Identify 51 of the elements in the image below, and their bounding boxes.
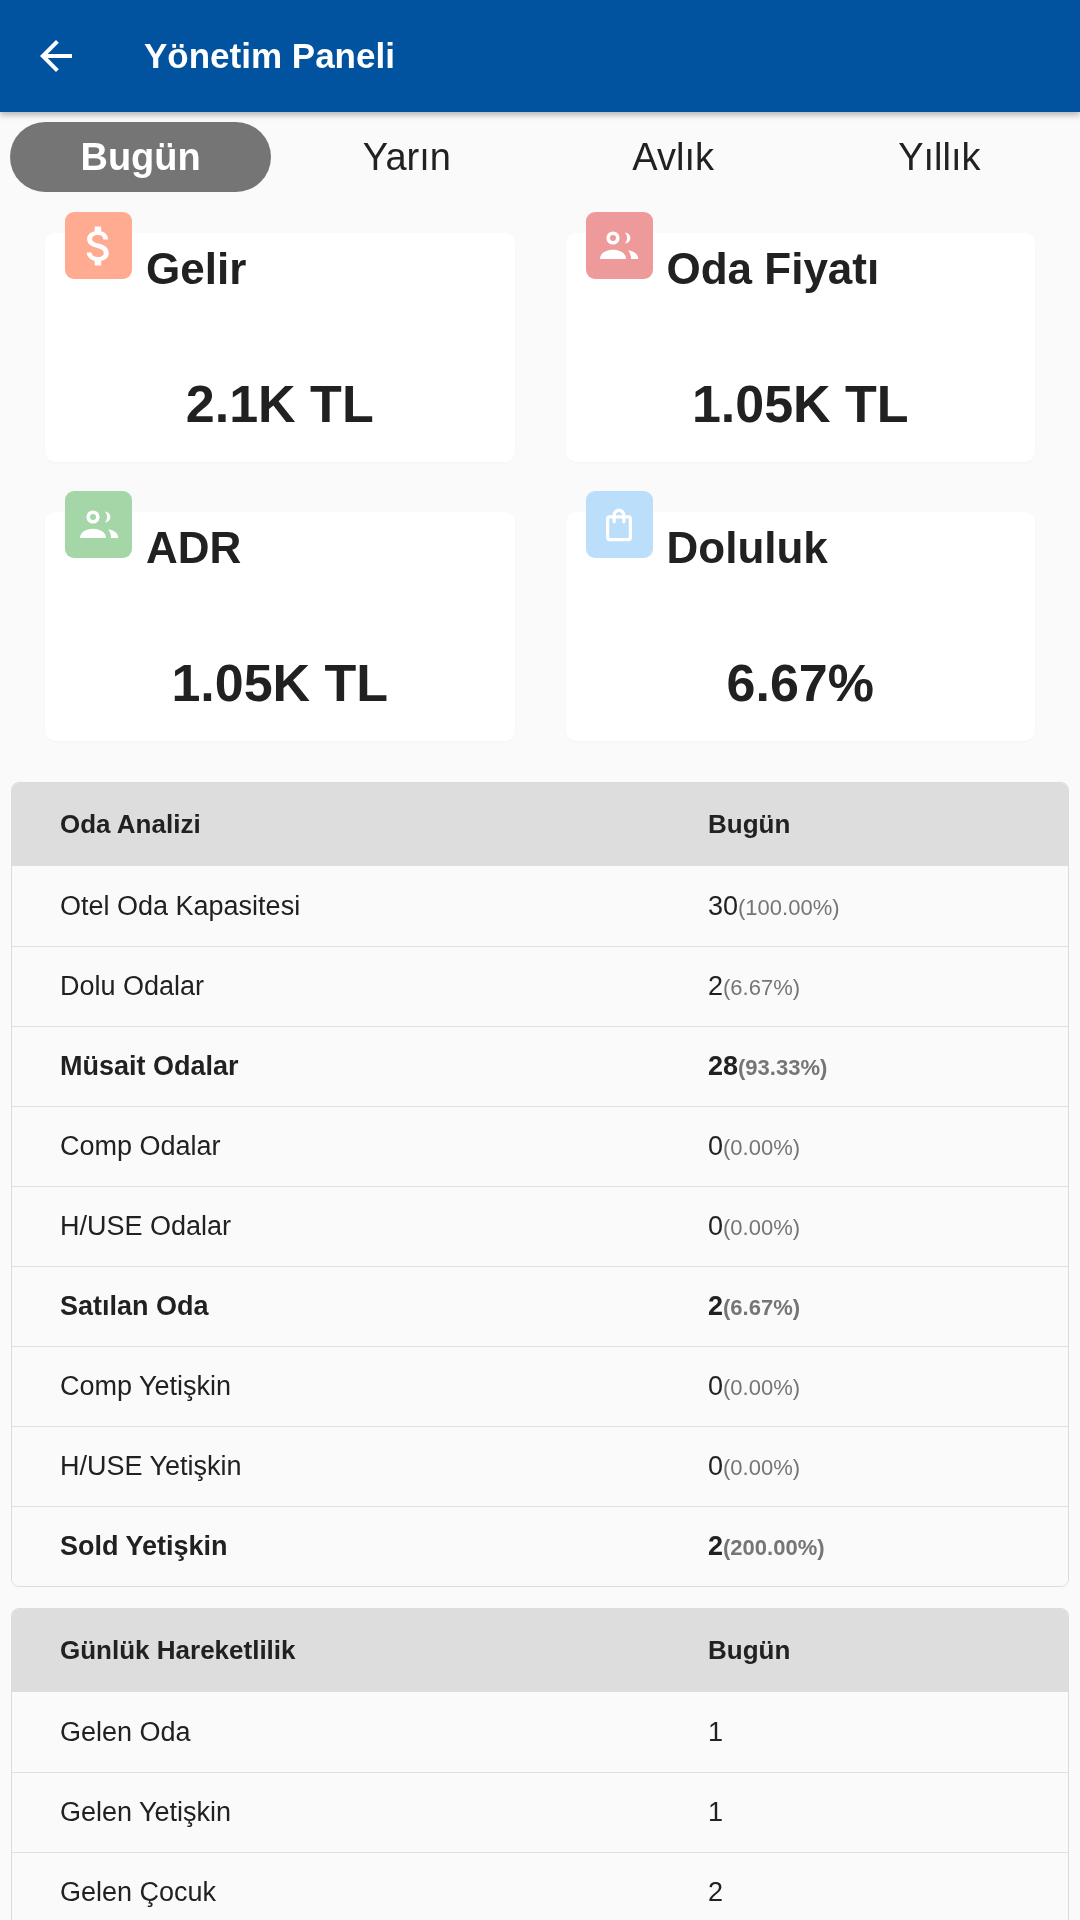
card-title: Oda Fiyatı: [666, 243, 880, 295]
row-percent: (0.00%): [723, 1455, 801, 1481]
row-percent: (0.00%): [723, 1135, 801, 1161]
row-percent: (93.33%): [738, 1055, 828, 1081]
row-label: H/USE Odalar: [60, 1211, 232, 1242]
card-title: Gelir: [146, 243, 247, 295]
row-percent: (0.00%): [723, 1215, 801, 1241]
tab[interactable]: Avlık: [542, 122, 804, 192]
row-label: Gelen Çocuk: [60, 1877, 217, 1908]
row-value: 0: [708, 1131, 724, 1162]
row-value: 2: [708, 971, 724, 1002]
row-value: 2: [708, 1531, 724, 1562]
row-label: Gelen Yetişkin: [60, 1797, 232, 1828]
row-percent: (200.00%): [723, 1535, 825, 1561]
row-value: 2: [708, 1877, 724, 1908]
row-value: 28: [708, 1051, 739, 1082]
row-value: 0: [708, 1211, 724, 1242]
row-label: Comp Yetişkin: [60, 1371, 232, 1402]
row-percent: (6.67%): [723, 975, 801, 1001]
row-percent: (6.67%): [723, 1295, 801, 1321]
app-bar-title: Yönetim Paneli: [144, 36, 395, 76]
row-label: Müsait Odalar: [60, 1051, 239, 1082]
row-label: Dolu Odalar: [60, 971, 205, 1002]
row-value: 0: [708, 1371, 724, 1402]
card-title: Doluluk: [666, 522, 828, 574]
row-value: 30: [708, 890, 739, 922]
row-label: Comp Odalar: [60, 1131, 221, 1162]
row-label: Gelen Oda: [60, 1716, 191, 1748]
tab[interactable]: Yıllık: [808, 122, 1070, 192]
tab[interactable]: Bugün: [10, 122, 272, 192]
card-title: ADR: [146, 522, 242, 574]
column-header: Günlük Hareketlilik: [60, 1635, 296, 1666]
tab[interactable]: Yarın: [276, 122, 538, 192]
row-value: 1: [708, 1797, 724, 1828]
column-header: Bugün: [708, 809, 791, 840]
row-percent: (100.00%): [738, 894, 840, 921]
card-value: 2.1K TL: [185, 374, 374, 435]
row-value: 1: [708, 1716, 724, 1748]
row-value: 2: [708, 1291, 724, 1322]
card-value: 1.05K TL: [171, 653, 389, 714]
column-header: Oda Analizi: [60, 809, 201, 840]
row-value: 0: [708, 1451, 724, 1482]
card-value: 6.67%: [726, 653, 874, 714]
card-value: 1.05K TL: [691, 374, 909, 435]
row-label: Sold Yetişkin: [60, 1531, 228, 1562]
row-label: H/USE Yetişkin: [60, 1451, 242, 1482]
row-label: Otel Oda Kapasitesi: [60, 890, 301, 922]
row-label: Satılan Oda: [60, 1291, 209, 1322]
back-arrow-icon[interactable]: [40, 40, 72, 72]
column-header: Bugün: [708, 1635, 791, 1666]
row-percent: (0.00%): [723, 1375, 801, 1401]
